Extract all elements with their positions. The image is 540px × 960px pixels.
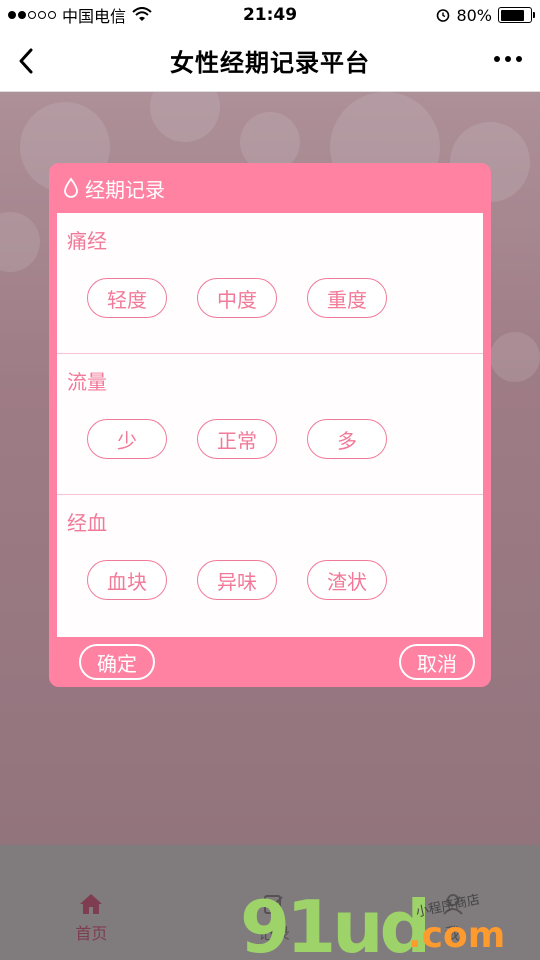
confirm-button[interactable]: 确定 [79, 644, 155, 680]
battery-fill [500, 9, 524, 21]
status-right: 80% [436, 5, 535, 25]
signal-dot [18, 11, 26, 19]
option-group: 轻度 中度 重度 [87, 278, 475, 318]
nav-bar: 女性经期记录平台 [0, 30, 540, 92]
option-group: 血块 异味 渣状 [87, 560, 475, 600]
option-button[interactable]: 轻度 [87, 278, 167, 318]
more-dot [494, 56, 500, 62]
signal-dot [8, 11, 16, 19]
section-label: 痛经 [67, 229, 107, 253]
signal-dot [48, 11, 56, 19]
section-label: 流量 [67, 370, 107, 394]
option-button[interactable]: 中度 [197, 278, 277, 318]
watermark-logo: 91ud [240, 885, 431, 960]
option-button[interactable]: 异味 [197, 560, 277, 600]
carrier-label: 中国电信 [62, 7, 127, 26]
modal-header: 经期记录 [49, 163, 491, 213]
modal-title: 经期记录 [85, 177, 165, 202]
section-dysmenorrhea: 痛经 轻度 中度 重度 [57, 213, 483, 354]
more-dot [516, 56, 522, 62]
battery-percent: 80% [456, 5, 492, 25]
option-button[interactable]: 正常 [197, 419, 277, 459]
section-flow: 流量 少 正常 多 [57, 354, 483, 495]
watermark-domain: .com [408, 915, 506, 956]
wifi-icon [132, 7, 152, 21]
option-button[interactable]: 少 [87, 419, 167, 459]
page-title: 女性经期记录平台 [170, 49, 370, 77]
status-time: 21:49 [242, 5, 298, 25]
alarm-icon [437, 9, 450, 22]
section-blood: 经血 血块 异味 渣状 [57, 495, 483, 636]
modal-footer: 确定 取消 [49, 637, 491, 687]
more-dots-icon[interactable] [494, 56, 522, 62]
drop-icon [64, 177, 78, 198]
section-label: 经血 [67, 511, 107, 535]
signal-dot [28, 11, 36, 19]
modal-body: 痛经 轻度 中度 重度 流量 少 正常 多 经血 血块 异味 渣状 [57, 213, 483, 637]
more-dot [505, 56, 511, 62]
option-button[interactable]: 重度 [307, 278, 387, 318]
status-bar: 中国电信 21:49 80% [0, 0, 540, 30]
option-button[interactable]: 多 [307, 419, 387, 459]
signal-strength-icon [8, 11, 56, 19]
option-button[interactable]: 血块 [87, 560, 167, 600]
battery-icon [498, 7, 535, 23]
option-group: 少 正常 多 [87, 419, 475, 459]
option-button[interactable]: 渣状 [307, 560, 387, 600]
signal-dot [38, 11, 46, 19]
period-record-modal: 经期记录 痛经 轻度 中度 重度 流量 少 正常 多 经血 血块 异味 渣状 确… [49, 163, 491, 687]
status-left: 中国电信 [8, 3, 152, 27]
cancel-button[interactable]: 取消 [399, 644, 475, 680]
chevron-left-icon[interactable] [12, 44, 42, 78]
